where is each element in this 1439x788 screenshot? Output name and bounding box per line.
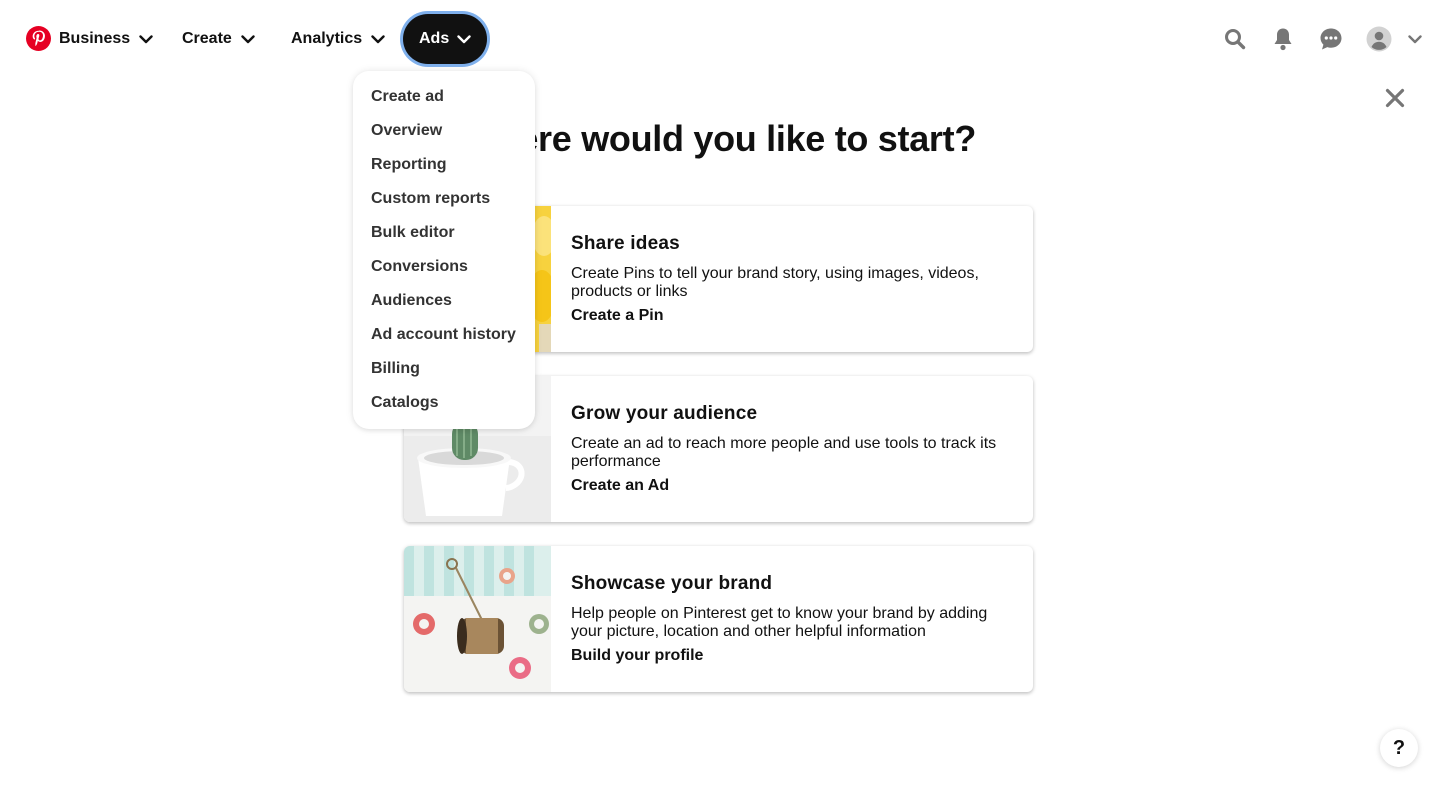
profile-button[interactable] (1364, 24, 1394, 54)
nav-create-label: Create (182, 30, 232, 47)
menu-item-billing[interactable]: Billing (371, 357, 420, 381)
card-image (404, 546, 551, 692)
page-title: Where would you like to start? (462, 118, 977, 159)
search-button[interactable] (1220, 24, 1250, 54)
chevron-down-icon (241, 34, 255, 44)
close-icon (1385, 88, 1405, 108)
card-title: Share ideas (571, 233, 680, 254)
account-menu-button[interactable] (1400, 24, 1430, 54)
menu-item-custom-reports[interactable]: Custom reports (371, 187, 490, 211)
notifications-button[interactable] (1268, 24, 1298, 54)
menu-item-create-ad[interactable]: Create ad (371, 85, 444, 109)
build-profile-link[interactable]: Build your profile (571, 647, 703, 665)
menu-item-reporting[interactable]: Reporting (371, 153, 447, 177)
chevron-down-icon (457, 34, 471, 44)
chat-icon (1320, 28, 1342, 50)
menu-item-bulk-editor[interactable]: Bulk editor (371, 221, 455, 245)
nav-ads-label: Ads (419, 30, 450, 47)
menu-item-ad-account-history[interactable]: Ad account history (371, 323, 516, 347)
ads-dropdown-menu: Create ad Overview Reporting Custom repo… (353, 71, 535, 429)
menu-item-audiences[interactable]: Audiences (371, 289, 452, 313)
help-button[interactable]: ? (1380, 729, 1418, 767)
nav-analytics-label: Analytics (291, 30, 363, 47)
menu-item-conversions[interactable]: Conversions (371, 255, 468, 279)
card-title: Showcase your brand (571, 573, 773, 594)
search-icon (1225, 29, 1246, 50)
nav-ads-menu[interactable]: Ads (403, 14, 488, 64)
nav-business-menu[interactable]: Business (59, 17, 153, 61)
create-pin-link[interactable]: Create a Pin (571, 307, 663, 325)
bell-icon (1274, 28, 1292, 51)
card-title: Grow your audience (571, 403, 758, 424)
card-description: Help people on Pinterest get to know you… (571, 605, 988, 640)
create-ad-link[interactable]: Create an Ad (571, 477, 669, 495)
card-showcase-brand[interactable]: Showcase your brand Help people on Pinte… (404, 546, 1033, 692)
avatar (1366, 26, 1392, 52)
top-navigation: Business Create Analytics Ads (0, 0, 1439, 78)
messages-button[interactable] (1316, 24, 1346, 54)
help-icon: ? (1392, 736, 1406, 759)
menu-item-overview[interactable]: Overview (371, 119, 442, 143)
card-description: Create an ad to reach more people and us… (571, 435, 997, 470)
nav-create-menu[interactable]: Create (182, 17, 255, 61)
nav-business-label: Business (59, 30, 131, 47)
chevron-down-icon (139, 34, 153, 44)
chevron-down-icon (371, 34, 385, 44)
chevron-down-icon (1408, 34, 1422, 43)
menu-item-catalogs[interactable]: Catalogs (371, 391, 439, 415)
card-description: Create Pins to tell your brand story, us… (571, 265, 979, 300)
pinterest-logo[interactable] (26, 26, 51, 51)
close-button[interactable] (1380, 83, 1410, 113)
nav-analytics-menu[interactable]: Analytics (291, 17, 385, 61)
